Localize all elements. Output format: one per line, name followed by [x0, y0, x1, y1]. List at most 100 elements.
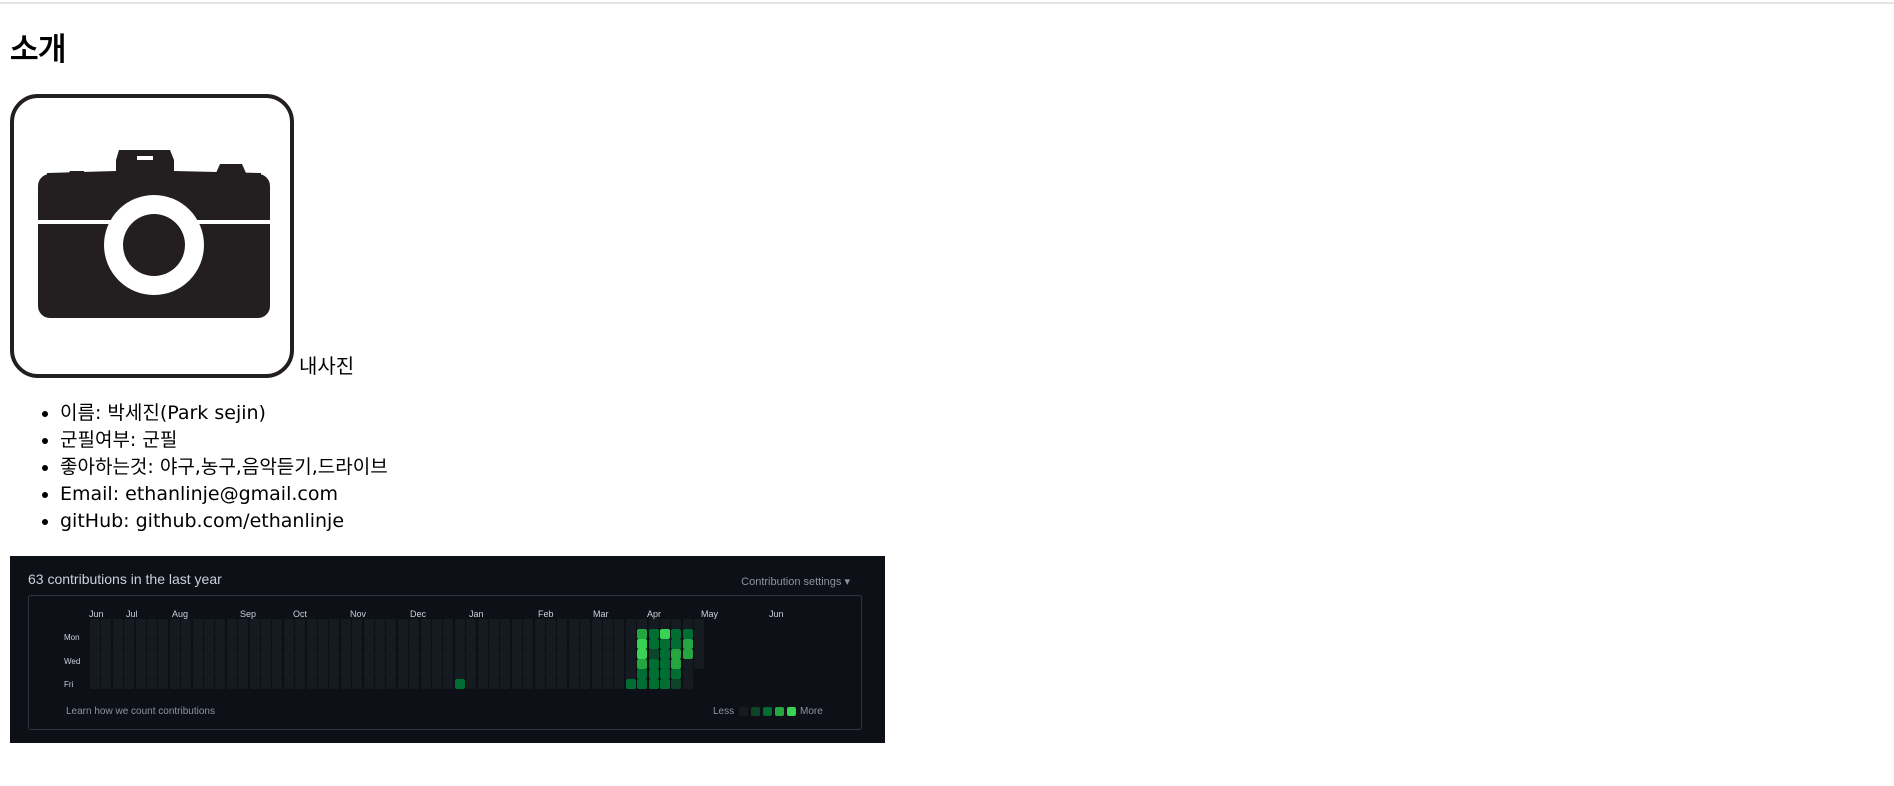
contribution-day-cell: [169, 659, 180, 669]
contribution-day-cell: [477, 679, 488, 689]
info-item-military: 군필여부: 군필: [60, 427, 388, 454]
contribution-day-cell: [340, 659, 351, 669]
contribution-day-cell: [329, 619, 340, 629]
contribution-day-cell: [466, 629, 477, 639]
contribution-day-cell: [226, 669, 237, 679]
contribution-day-cell: [226, 629, 237, 639]
contribution-day-cell: [329, 649, 340, 659]
contribution-day-cell: [603, 679, 613, 689]
contribution-day-cell: [249, 659, 260, 669]
contribution-day-cell: [283, 669, 294, 679]
contribution-day-cell: [625, 639, 636, 649]
contribution-day-cell: [147, 669, 157, 679]
contribution-day-cell: [397, 679, 408, 689]
month-label: Feb: [538, 609, 554, 619]
contribution-day-cell: [261, 619, 271, 629]
contribution-day-cell: [397, 629, 408, 639]
contribution-day-cell: [124, 679, 135, 689]
contribution-day-cell: [306, 629, 317, 639]
contribution-day-cell: [557, 629, 568, 639]
contribution-day-cell: [454, 629, 465, 639]
contribution-day-cell: [181, 619, 192, 629]
contribution-day-cell: [283, 649, 294, 659]
contribution-day-cell: [694, 659, 705, 669]
contribution-day-cell: [454, 669, 465, 679]
contribution-day-cell: [500, 649, 511, 659]
contribution-count-title: 63 contributions in the last year: [28, 571, 222, 587]
contribution-day-cell: [352, 639, 363, 649]
contribution-day-cell: [432, 669, 442, 679]
contribution-day-cell: [682, 639, 693, 649]
contribution-day-cell: [511, 619, 522, 629]
contribution-day-cell: [215, 649, 226, 659]
contribution-day-cell: [500, 639, 511, 649]
contribution-day-cell: [215, 629, 226, 639]
contribution-day-cell: [261, 669, 271, 679]
contribution-day-cell: [226, 649, 237, 659]
contribution-day-cell: [295, 629, 306, 639]
contribution-day-cell: [397, 669, 408, 679]
contribution-day-cell: [511, 659, 522, 669]
contribution-day-cell: [340, 649, 351, 659]
contribution-day-cell: [158, 639, 169, 649]
contribution-day-cell: [671, 649, 682, 659]
contribution-day-cell: [557, 679, 568, 689]
contribution-day-cell: [523, 659, 534, 669]
contribution-day-cell: [557, 659, 568, 669]
contribution-day-cell: [660, 659, 670, 669]
contribution-day-cell: [238, 619, 249, 629]
contribution-day-cell: [546, 679, 556, 689]
contribution-day-cell: [226, 659, 237, 669]
contribution-day-cell: [591, 629, 602, 639]
contribution-day-cell: [249, 679, 260, 689]
contribution-day-cell: [432, 659, 442, 669]
contribution-day-cell: [306, 659, 317, 669]
contribution-day-cell: [443, 619, 454, 629]
contribution-day-cell: [454, 619, 465, 629]
contribution-day-cell: [375, 679, 385, 689]
contribution-day-cell: [147, 679, 157, 689]
contribution-day-cell: [112, 619, 123, 629]
legend-level-1: [751, 707, 760, 716]
contribution-day-cell: [352, 659, 363, 669]
contribution-day-cell: [112, 629, 123, 639]
contribution-day-cell: [466, 659, 477, 669]
contribution-day-cell: [625, 669, 636, 679]
contribution-day-cell: [329, 669, 340, 679]
contribution-day-cell: [363, 669, 374, 679]
contribution-day-cell: [432, 639, 442, 649]
contribution-day-cell: [568, 659, 579, 669]
contribution-day-cell: [580, 639, 591, 649]
contribution-day-cell: [306, 649, 317, 659]
contribution-day-cell: [192, 669, 203, 679]
contribution-day-cell: [375, 629, 385, 639]
contribution-day-cell: [283, 619, 294, 629]
legend-less-label: Less: [713, 706, 735, 717]
contribution-day-cell: [238, 639, 249, 649]
contribution-day-cell: [489, 649, 499, 659]
contribution-day-cell: [409, 659, 420, 669]
contribution-day-cell: [249, 619, 260, 629]
contribution-day-cell: [534, 669, 545, 679]
contribution-day-cell: [682, 629, 693, 639]
contribution-day-cell: [135, 639, 146, 649]
contribution-day-cell: [614, 649, 625, 659]
contribution-day-cell: [511, 679, 522, 689]
contribution-day-cell: [101, 649, 112, 659]
contribution-day-cell: [568, 639, 579, 649]
contribution-day-cell: [580, 679, 591, 689]
contribution-day-cell: [318, 619, 328, 629]
contribution-day-cell: [295, 679, 306, 689]
contribution-day-cell: [340, 679, 351, 689]
contribution-day-cell: [169, 649, 180, 659]
contribution-day-cell: [147, 649, 157, 659]
contribution-day-cell: [671, 679, 682, 689]
contribution-day-cell: [500, 619, 511, 629]
contribution-day-cell: [477, 649, 488, 659]
contribution-day-cell: [454, 649, 465, 659]
contribution-day-cell: [352, 669, 363, 679]
month-label: Apr: [647, 609, 662, 619]
contribution-day-cell: [591, 679, 602, 689]
contribution-day-cell: [489, 669, 499, 679]
contribution-day-cell: [261, 649, 271, 659]
